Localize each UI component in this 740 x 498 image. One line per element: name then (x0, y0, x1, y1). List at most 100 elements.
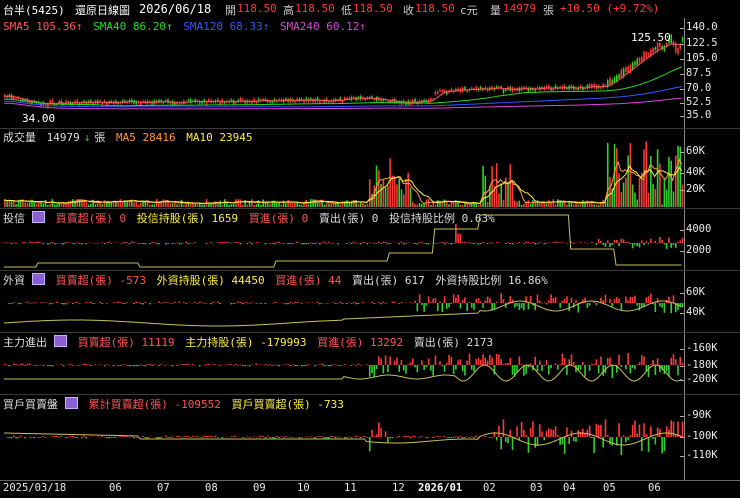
flow-bar (9, 437, 11, 438)
flow-bar (457, 360, 459, 365)
flow-bar (507, 242, 509, 243)
flow-bar (645, 241, 647, 243)
flow-bar (421, 242, 423, 243)
flow-bar (151, 365, 153, 366)
x-label: 05 (603, 482, 616, 494)
flow-bar (337, 243, 339, 244)
flow-bar (550, 294, 552, 303)
flow-bar (296, 365, 298, 366)
volume-panel[interactable]: 成交量 14979↓張 MA5 28416 MA10 23945 60K 40K… (0, 128, 740, 209)
broker-panel[interactable]: 買戶買賣盤 累計買賣超(張) -109552 買戶買賣超(張) -733 -90… (0, 394, 740, 481)
flow-bar (276, 436, 278, 437)
volume-bar (634, 193, 636, 207)
price-panel[interactable]: SMA5 105.36↑ SMA40 86.20↑ SMA120 68.33↑ … (0, 18, 740, 128)
flow-bar (419, 437, 421, 438)
flow-bar (523, 430, 525, 437)
flow-bar (539, 424, 541, 437)
flow-bar (126, 302, 128, 303)
flow-bar (278, 242, 280, 243)
volume-bar (512, 181, 514, 207)
flow-bar (219, 365, 221, 366)
flow-bar (122, 364, 124, 365)
flow-bar (231, 303, 233, 304)
flow-bar (453, 243, 455, 244)
flow-bar (532, 242, 534, 243)
flow-bar (519, 303, 521, 310)
volume-bar (56, 204, 58, 207)
flow-bar (6, 437, 8, 438)
flow-bar (383, 302, 385, 303)
foreign-panel[interactable]: 外資 買賣超(張) -573 外資持股(張) 44450 買進(張) 44 賣出… (0, 270, 740, 333)
flow-bar (262, 436, 264, 437)
flow-bar (614, 240, 616, 243)
flow-bar (285, 436, 287, 437)
flow-bar (244, 302, 246, 303)
flow-bar (328, 365, 330, 366)
flow-bar (679, 357, 681, 365)
flow-bar (485, 436, 487, 437)
chart-type[interactable]: 還原日線圖 (75, 2, 130, 18)
foreign-chart[interactable] (0, 271, 684, 333)
stock-name[interactable]: 台半(5425) (3, 2, 65, 18)
flow-bar (378, 302, 380, 303)
flow-bar (74, 437, 76, 438)
flow-bar (237, 242, 239, 243)
volume-bar (253, 205, 255, 207)
flow-bar (317, 364, 319, 365)
flow-bar (401, 242, 403, 243)
flow-bar (79, 365, 81, 366)
flow-bar (108, 242, 110, 243)
flow-bar (627, 353, 629, 365)
flow-bar (364, 436, 366, 437)
flow-bar (90, 302, 92, 303)
main-force-chart[interactable] (0, 333, 684, 395)
volume-bar (54, 204, 56, 207)
flow-bar (233, 436, 235, 437)
flow-bar (169, 303, 171, 304)
flow-bar (169, 365, 171, 366)
flow-bar (553, 430, 555, 437)
flow-bar (444, 365, 446, 372)
flow-bar (249, 303, 251, 304)
broker-chart[interactable] (0, 395, 684, 481)
flow-bar (124, 303, 126, 304)
flow-bar (489, 298, 491, 303)
broker-axis (684, 395, 685, 481)
flow-bar (317, 302, 319, 303)
volume-bar (133, 202, 135, 207)
flow-bar (154, 242, 156, 243)
flow-bar (81, 364, 83, 365)
flow-bar (389, 437, 391, 438)
flow-bar (446, 303, 448, 309)
volume-bar (299, 204, 301, 207)
flow-bar (437, 303, 439, 311)
flow-bar (462, 300, 464, 303)
trust-panel[interactable]: 投信 買賣超(張) 0 投信持股(張) 1659 買進(張) 0 賣出(張) 0… (0, 208, 740, 271)
volume-bar (165, 202, 167, 207)
flow-bar (630, 435, 632, 437)
flow-bar (521, 303, 523, 308)
main-force-panel[interactable]: 主力進出 買賣超(張) 11119 主力持股(張) -179993 買進(張) … (0, 332, 740, 395)
flow-bar (403, 436, 405, 437)
flow-bar (650, 364, 652, 365)
flow-bar (596, 359, 598, 365)
flow-bar (265, 437, 267, 438)
x-label: 04 (563, 482, 576, 494)
flow-bar (367, 437, 369, 438)
volume-bar (4, 200, 6, 207)
flow-bar (498, 426, 500, 437)
price-chart[interactable] (0, 18, 684, 128)
volume-bar (516, 202, 518, 207)
flow-bar (333, 364, 335, 365)
flow-bar (587, 303, 589, 308)
flow-bar (328, 242, 330, 243)
flow-bar (11, 437, 13, 438)
flow-bar (557, 435, 559, 437)
flow-bar (371, 365, 373, 373)
flow-bar (505, 363, 507, 365)
flow-bar (240, 243, 242, 244)
flow-bar (133, 437, 135, 438)
volume-label: 量 (490, 2, 501, 18)
volume-chart[interactable] (0, 129, 684, 209)
trust-chart[interactable] (0, 209, 684, 271)
